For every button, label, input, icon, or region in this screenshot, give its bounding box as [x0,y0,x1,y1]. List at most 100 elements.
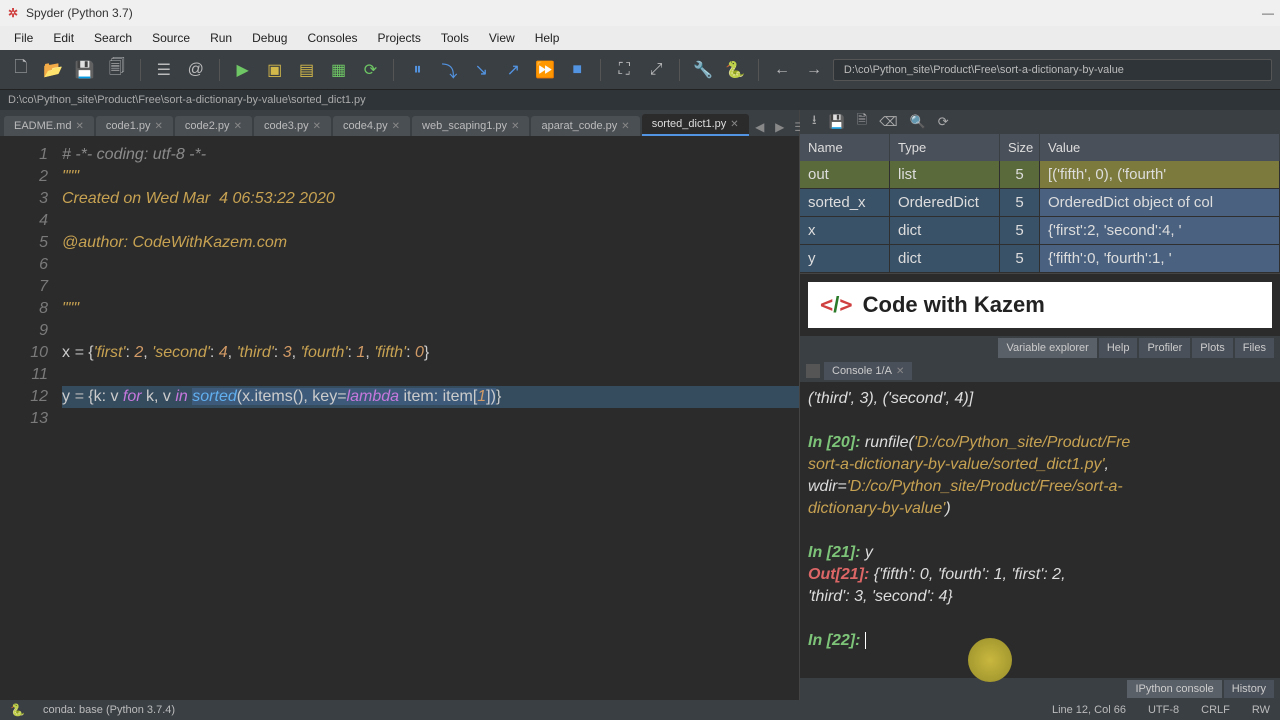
banner-text: Code with Kazem [863,292,1045,318]
right-tab-plots[interactable]: Plots [1192,338,1232,358]
nav-back-button[interactable]: ← [769,57,795,83]
console-bottom-tabs: IPython consoleHistory [800,678,1280,700]
close-icon[interactable]: ✕ [511,121,519,132]
close-icon[interactable]: ✕ [621,121,629,132]
status-eol[interactable]: CRLF [1201,704,1230,716]
col-header-type[interactable]: Type [890,134,1000,161]
code-editor[interactable]: 1# -*- coding: utf-8 -*-2"""3Created on … [0,136,799,700]
console-tabstrip: Console 1/A ✕ [800,360,1280,382]
menu-source[interactable]: Source [144,28,198,48]
remove-icon[interactable]: ⌫ [879,114,897,130]
tab-prev-button[interactable]: ◀ [751,118,769,136]
window-title: Spyder (Python 3.7) [26,6,133,20]
right-tab-files[interactable]: Files [1235,338,1274,358]
col-header-name[interactable]: Name [800,134,890,161]
close-icon[interactable]: ✕ [730,119,738,130]
console-stop-icon[interactable] [806,364,820,378]
console-tab[interactable]: Console 1/A ✕ [824,362,912,380]
save-as-icon[interactable]: 🗎 [857,111,867,133]
titlebar: ✲ Spyder (Python 3.7) — [0,0,1280,26]
working-dir-input[interactable]: D:\co\Python_site\Product\Free\sort-a-di… [833,59,1272,81]
variable-row[interactable]: xdict5{'first':2, 'second':4, ' [800,217,1280,245]
run-cell-button[interactable]: ▣ [262,57,288,83]
import-data-icon[interactable]: ⭳ [812,111,817,133]
spyder-icon: ✲ [6,6,20,20]
editor-tab[interactable]: sorted_dict1.py✕ [642,114,749,136]
variable-row[interactable]: sorted_xOrderedDict5OrderedDict object o… [800,189,1280,217]
col-header-value[interactable]: Value [1040,134,1280,161]
editor-tabstrip: EADME.md✕code1.py✕code2.py✕code3.py✕code… [0,110,799,136]
step-into-button[interactable]: ↘ [468,57,494,83]
status-env[interactable]: conda: base (Python 3.7.4) [43,704,175,716]
preferences-button[interactable]: 🔧 [690,57,716,83]
variable-row[interactable]: ydict5{'fifth':0, 'fourth':1, ' [800,245,1280,273]
right-panel: ⭳ 💾 🗎 ⌫ 🔍 ⟳ Name Type Size Value outlist… [800,110,1280,700]
run-cell-next-button[interactable]: ▤ [294,57,320,83]
python-path-button[interactable]: 🐍 [722,57,748,83]
editor-tab[interactable]: aparat_code.py✕ [531,116,639,136]
close-icon[interactable]: ✕ [896,366,904,377]
editor-tab[interactable]: code4.py✕ [333,116,410,136]
menu-file[interactable]: File [6,28,41,48]
console-btab-history[interactable]: History [1224,680,1274,698]
banner-logo-icon: </> [820,292,853,318]
new-file-button[interactable]: 🗋 [8,57,34,83]
minimize-button[interactable]: — [1262,6,1274,20]
rerun-button[interactable]: ⟳ [358,57,384,83]
step-over-button[interactable]: ⤵ [436,57,462,83]
editor-tab[interactable]: code2.py✕ [175,116,252,136]
right-tab-variable-explorer[interactable]: Variable explorer [998,338,1096,358]
menu-edit[interactable]: Edit [45,28,82,48]
debug-button[interactable]: ⏸ [404,57,430,83]
editor-tab[interactable]: code3.py✕ [254,116,331,136]
continue-button[interactable]: ⏩ [532,57,558,83]
editor-tab[interactable]: code1.py✕ [96,116,173,136]
menu-tools[interactable]: Tools [433,28,477,48]
menu-consoles[interactable]: Consoles [299,28,365,48]
close-icon[interactable]: ✕ [155,121,163,132]
banner: </> Code with Kazem [808,282,1272,328]
save-data-icon[interactable]: 💾 [829,114,845,130]
save-button[interactable]: 💾 [72,57,98,83]
step-out-button[interactable]: ↗ [500,57,526,83]
ipython-console[interactable]: ('third', 3), ('second', 4)] In [20]: ru… [800,382,1280,678]
status-rw: RW [1252,704,1270,716]
close-icon[interactable]: ✕ [313,121,321,132]
close-icon[interactable]: ✕ [75,121,83,132]
open-file-button[interactable]: 📂 [40,57,66,83]
right-panel-tabs: Variable explorerHelpProfilerPlotsFiles [800,336,1280,360]
fullscreen-button[interactable]: ⤢ [643,57,669,83]
status-position: Line 12, Col 66 [1052,704,1126,716]
col-header-size[interactable]: Size [1000,134,1040,161]
menu-help[interactable]: Help [527,28,568,48]
menu-search[interactable]: Search [86,28,140,48]
search-icon[interactable]: 🔍 [910,114,926,130]
save-all-button[interactable]: 🗐 [104,57,130,83]
editor-area: EADME.md✕code1.py✕code2.py✕code3.py✕code… [0,110,800,700]
status-encoding[interactable]: UTF-8 [1148,704,1179,716]
right-tab-help[interactable]: Help [1099,338,1138,358]
variable-row[interactable]: outlist5[('fifth', 0), ('fourth' [800,161,1280,189]
nav-forward-button[interactable]: → [801,57,827,83]
list-icon[interactable]: ☰ [151,57,177,83]
stop-debug-button[interactable]: ■ [564,57,590,83]
console-btab-ipython-console[interactable]: IPython console [1127,680,1221,698]
editor-tab[interactable]: web_scaping1.py✕ [412,116,529,136]
menu-view[interactable]: View [481,28,523,48]
at-icon[interactable]: @ [183,57,209,83]
right-tab-profiler[interactable]: Profiler [1139,338,1190,358]
menu-projects[interactable]: Projects [370,28,429,48]
run-selection-button[interactable]: ▦ [326,57,352,83]
refresh-icon[interactable]: ⟳ [938,114,949,130]
close-icon[interactable]: ✕ [234,121,242,132]
menu-run[interactable]: Run [202,28,240,48]
run-button[interactable]: ▶ [230,57,256,83]
menubar: FileEditSearchSourceRunDebugConsolesProj… [0,26,1280,50]
menu-debug[interactable]: Debug [244,28,295,48]
tab-next-button[interactable]: ▶ [771,118,789,136]
close-icon[interactable]: ✕ [392,121,400,132]
maximize-pane-button[interactable]: ⛶ [611,57,637,83]
editor-tab[interactable]: EADME.md✕ [4,116,94,136]
statusbar: 🐍 conda: base (Python 3.7.4) Line 12, Co… [0,700,1280,720]
breadcrumb: D:\co\Python_site\Product\Free\sort-a-di… [0,90,1280,110]
